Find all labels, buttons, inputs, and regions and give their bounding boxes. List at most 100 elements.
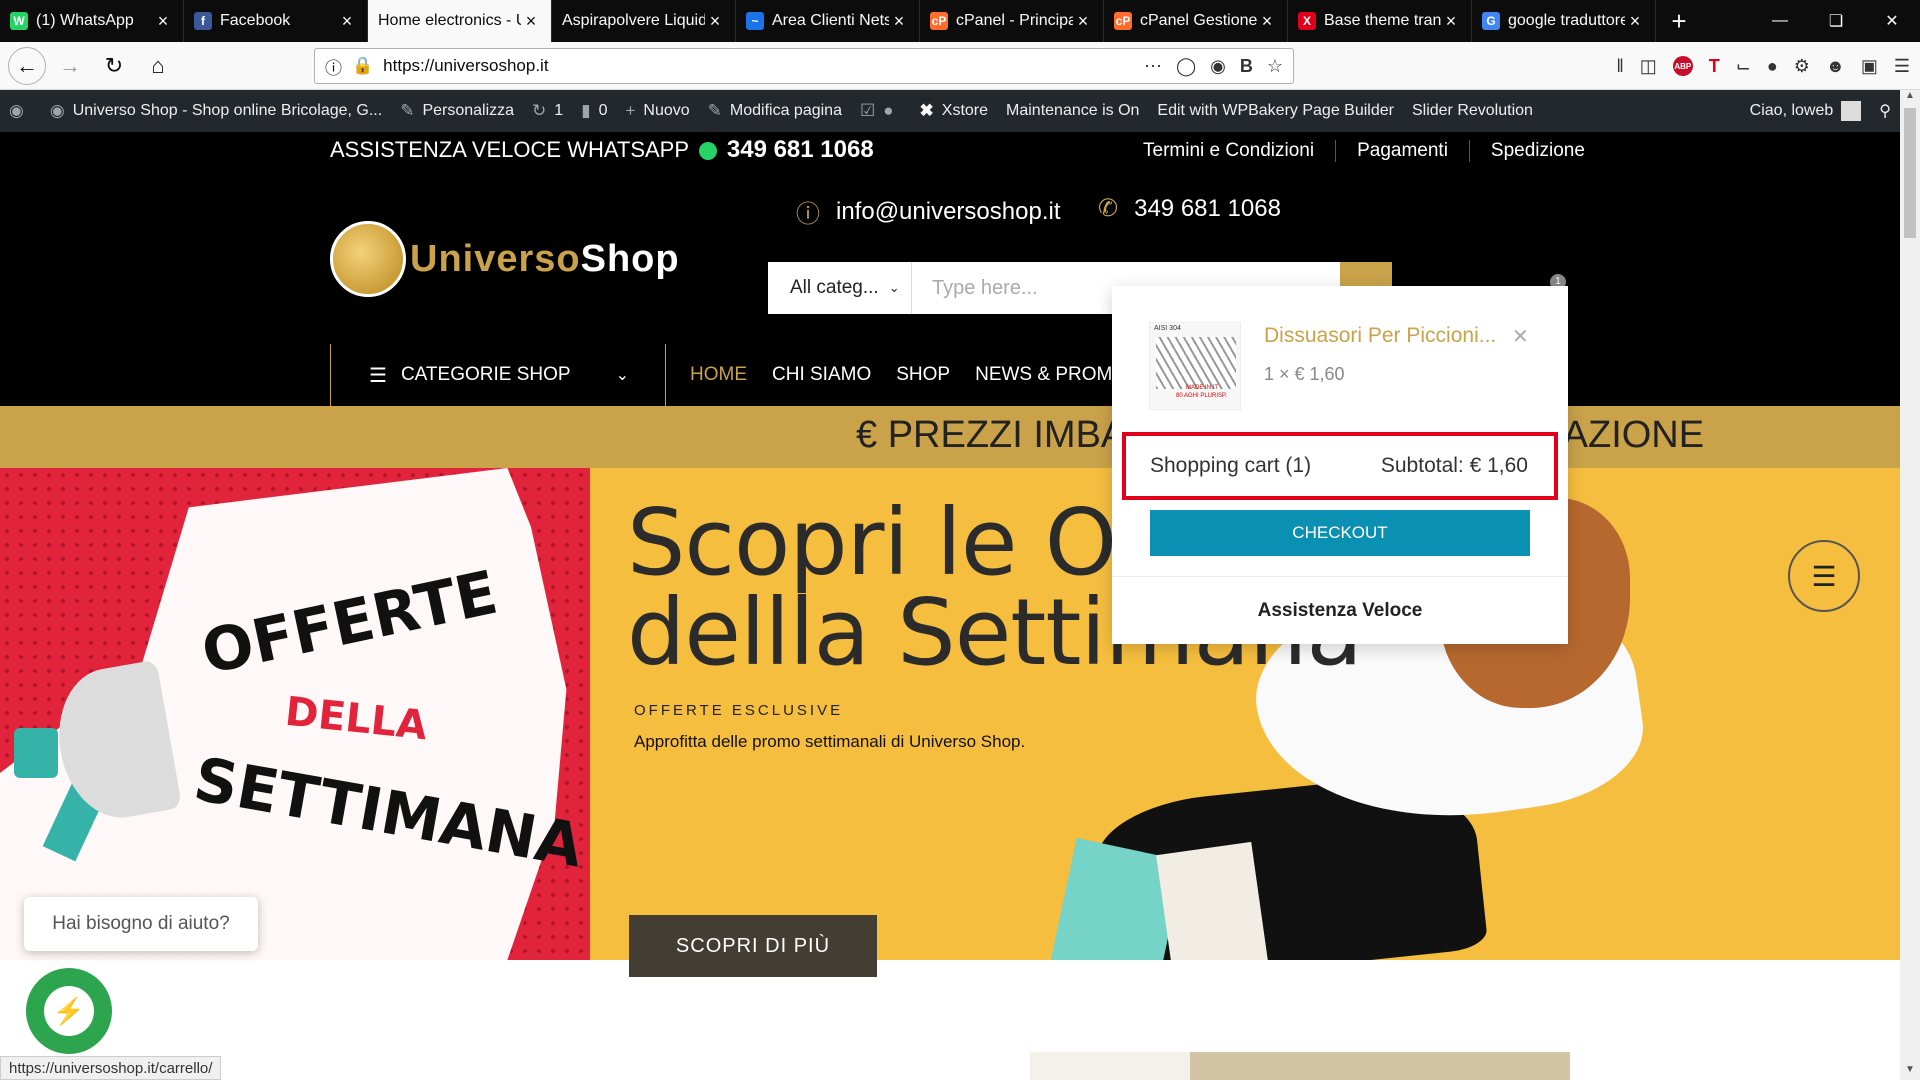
browser-tab[interactable]: Home electronics - U × bbox=[368, 0, 552, 42]
browser-tab[interactable]: X Base theme trans × bbox=[1288, 0, 1472, 42]
hero-menu-icon[interactable]: ☰ bbox=[1788, 540, 1860, 612]
maintenance-label: Maintenance is On bbox=[1006, 102, 1140, 119]
browser-tab[interactable]: cP cPanel - Principa × bbox=[920, 0, 1104, 42]
page-scrollbar[interactable]: ▲ ▼ bbox=[1900, 90, 1920, 1080]
tab-title: Aspirapolvere Liquid bbox=[562, 12, 705, 29]
header-email[interactable]: ⓘ info@universoshop.it bbox=[796, 194, 1060, 229]
adblock-icon[interactable]: ABP bbox=[1672, 56, 1693, 76]
restore-icon[interactable]: ❏ bbox=[1808, 0, 1864, 42]
yoast-icon: ☑ bbox=[859, 101, 876, 120]
comments-link[interactable]: ▮ 0 bbox=[572, 90, 616, 132]
scroll-down-icon[interactable]: ▼ bbox=[1900, 1064, 1920, 1080]
pocket-icon[interactable]: ◯ bbox=[1176, 56, 1196, 77]
scrollbar-thumb[interactable] bbox=[1904, 108, 1916, 238]
xstore-menu[interactable]: ✖ Xstore bbox=[911, 90, 998, 132]
nav-shop[interactable]: SHOP bbox=[896, 364, 950, 386]
close-tab-icon[interactable]: × bbox=[1625, 11, 1645, 32]
sidebar-icon[interactable]: ◫ bbox=[1640, 56, 1657, 77]
whatsapp-assist[interactable]: ASSISTENZA VELOCE WHATSAPP 349 681 1068 bbox=[330, 136, 874, 164]
library-icon[interactable]: ‖ bbox=[1616, 56, 1623, 77]
nav-home[interactable]: HOME bbox=[690, 364, 747, 386]
new-tab-icon[interactable]: + bbox=[1656, 0, 1702, 42]
yoast-menu[interactable]: ☑ ● bbox=[851, 90, 911, 132]
google-icon: G bbox=[1482, 12, 1500, 30]
my-account-menu[interactable]: Ciao, loweb bbox=[1741, 90, 1871, 132]
site-name-menu[interactable]: ◉ Universo Shop - Shop online Bricolage, … bbox=[41, 90, 391, 132]
scroll-up-icon[interactable]: ▲ bbox=[1900, 90, 1920, 106]
help-bubble[interactable]: Hai bisogno di aiuto? bbox=[24, 897, 258, 951]
lock-icon[interactable]: 🔒 bbox=[352, 56, 373, 76]
wpbakery-label: Edit with WPBakery Page Builder bbox=[1157, 102, 1394, 119]
reload-button[interactable]: ↻ bbox=[94, 46, 134, 86]
edit-page-link[interactable]: ✎ Modifica pagina bbox=[699, 90, 851, 132]
bookmark-star-icon[interactable]: ☆ bbox=[1267, 56, 1283, 77]
close-tab-icon[interactable]: × bbox=[153, 11, 173, 32]
updates-link[interactable]: ↻ 1 bbox=[523, 90, 572, 132]
admin-search-button[interactable]: ⚲ bbox=[1870, 90, 1900, 132]
messenger-chat-button[interactable]: ⚡ bbox=[26, 968, 112, 1054]
close-tab-icon[interactable]: × bbox=[1073, 11, 1093, 32]
hero-description: Approfitta delle promo settimanali di Un… bbox=[634, 732, 1026, 751]
browser-tab[interactable]: W (1) WhatsApp × bbox=[0, 0, 184, 42]
page-actions-icon[interactable]: ⋯ bbox=[1144, 56, 1162, 77]
slider-revolution-link[interactable]: Slider Revolution bbox=[1403, 90, 1542, 132]
checkout-button[interactable]: CHECKOUT bbox=[1150, 510, 1530, 556]
site-logo[interactable]: UniversoShop bbox=[330, 214, 680, 304]
wp-logo-menu[interactable]: ◉ bbox=[0, 90, 41, 132]
refresh-icon: ↻ bbox=[532, 101, 547, 120]
account-icon[interactable]: ☻ bbox=[1826, 56, 1845, 77]
customize-link[interactable]: ✎ Personalizza bbox=[391, 90, 523, 132]
close-tab-icon[interactable]: × bbox=[1257, 11, 1277, 32]
below-fold-banner bbox=[1030, 1052, 1570, 1080]
minimize-icon[interactable]: — bbox=[1752, 0, 1808, 42]
translate-icon[interactable]: ⚙ bbox=[1794, 56, 1810, 77]
wordpress-icon[interactable]: ◉ bbox=[1210, 56, 1226, 77]
wpbakery-link[interactable]: Edit with WPBakery Page Builder bbox=[1148, 90, 1403, 132]
shipping-link[interactable]: Spedizione bbox=[1470, 140, 1606, 162]
pocket-list-icon[interactable]: ▣ bbox=[1861, 56, 1878, 77]
close-tab-icon[interactable]: × bbox=[337, 11, 357, 32]
close-window-icon[interactable]: ✕ bbox=[1864, 0, 1920, 42]
extension-icon[interactable]: ● bbox=[1767, 56, 1778, 77]
t-extension-icon[interactable]: T bbox=[1709, 56, 1720, 77]
crop-icon[interactable]: ⌙ bbox=[1736, 56, 1751, 77]
shop-categories-toggle[interactable]: ☰ CATEGORIE SHOP ⌄ bbox=[330, 344, 666, 406]
url-bar[interactable]: ⓘ 🔒 https://universoshop.it ⋯ ◯ ◉ B ☆ bbox=[314, 48, 1294, 84]
cart-summary: Shopping cart (1) Subtotal: € 1,60 bbox=[1122, 432, 1558, 500]
back-button[interactable]: ← bbox=[8, 46, 46, 85]
b-extension-icon[interactable]: B bbox=[1240, 56, 1253, 77]
browser-tab[interactable]: Ggoogle traduttore × bbox=[1472, 0, 1656, 42]
browser-tab[interactable]: Aspirapolvere Liquid × bbox=[552, 0, 736, 42]
browser-tab[interactable]: ~ Area Clienti Netso × bbox=[736, 0, 920, 42]
nav-news[interactable]: NEWS & PROMO bbox=[975, 364, 1127, 386]
home-button[interactable]: ⌂ bbox=[138, 46, 178, 86]
close-tab-icon[interactable]: × bbox=[889, 11, 909, 32]
customize-label: Personalizza bbox=[422, 102, 515, 119]
header-phone[interactable]: ✆ 349 681 1068 bbox=[1098, 194, 1281, 223]
close-tab-icon[interactable]: × bbox=[521, 11, 541, 32]
email-text: info@universoshop.it bbox=[836, 197, 1061, 225]
menu-icon[interactable]: ☰ bbox=[1894, 56, 1910, 77]
categories-label: CATEGORIE SHOP bbox=[400, 364, 571, 385]
info-icon[interactable]: ⓘ bbox=[325, 54, 342, 79]
remove-item-icon[interactable]: ✕ bbox=[1512, 324, 1529, 349]
terms-link[interactable]: Termini e Condizioni bbox=[1122, 140, 1337, 162]
new-content-menu[interactable]: + Nuovo bbox=[616, 90, 698, 132]
logo-text-universo: Universo bbox=[410, 237, 581, 280]
close-tab-icon[interactable]: × bbox=[705, 11, 725, 32]
browser-tab[interactable]: f Facebook × bbox=[184, 0, 368, 42]
close-tab-icon[interactable]: × bbox=[1441, 11, 1461, 32]
browser-tab[interactable]: cP cPanel Gestione × bbox=[1104, 0, 1288, 42]
cart-item-name[interactable]: Dissuasori Per Piccioni... bbox=[1264, 324, 1496, 348]
forward-button[interactable]: → bbox=[50, 46, 90, 86]
url-text[interactable]: https://universoshop.it bbox=[383, 56, 548, 76]
divider bbox=[1112, 576, 1568, 577]
payments-link[interactable]: Pagamenti bbox=[1336, 140, 1470, 162]
category-select[interactable]: All categ... ⌄ bbox=[768, 262, 912, 314]
fast-assistance-link[interactable]: Assistenza Veloce bbox=[1112, 600, 1568, 622]
discover-more-button[interactable]: SCOPRI DI PIÙ bbox=[629, 915, 877, 977]
nav-about[interactable]: CHI SIAMO bbox=[772, 364, 871, 386]
cart-item-thumbnail[interactable]: AISI 304 MADE IN IT 80 AGHI PLURISP. bbox=[1149, 322, 1241, 410]
maintenance-link[interactable]: Maintenance is On bbox=[997, 90, 1148, 132]
shopping-cart-label[interactable]: Shopping cart (1) bbox=[1150, 454, 1311, 478]
